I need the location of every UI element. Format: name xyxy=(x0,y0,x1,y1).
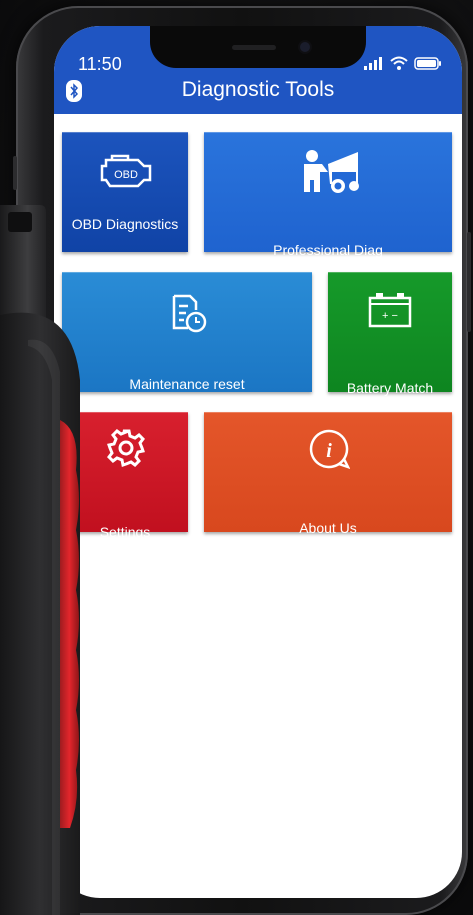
notch xyxy=(150,26,366,68)
phone-frame: 11:50 Diagnostic Tools OBD OBD Diagnosti… xyxy=(13,6,471,915)
mechanic-car-icon xyxy=(304,150,359,193)
battery-icon: + − xyxy=(368,293,412,328)
tile-label: OBD Diagnostics xyxy=(71,216,179,232)
app-screen: 11:50 Diagnostic Tools OBD OBD Diagnosti… xyxy=(54,26,462,898)
engine-icon-text: OBD xyxy=(114,169,138,181)
tile-settings[interactable]: Settings xyxy=(62,412,188,540)
tile-battery-match[interactable]: + − Battery Match xyxy=(328,272,452,396)
tile-maintenance-reset[interactable]: Maintenance reset xyxy=(62,272,312,392)
signal-icon xyxy=(364,57,382,70)
battery-icon-text: + − xyxy=(382,310,398,322)
front-camera xyxy=(300,42,310,52)
tile-obd-diagnostics[interactable]: OBD OBD Diagnostics xyxy=(62,132,188,252)
page-title: Diagnostic Tools xyxy=(181,78,335,101)
gear-icon xyxy=(107,429,145,467)
volume-down-button xyxy=(13,302,17,366)
status-time: 11:50 xyxy=(78,54,122,74)
engine-obd-icon: OBD xyxy=(100,154,152,188)
speaker xyxy=(232,45,276,50)
tile-label: Maintenance reset xyxy=(129,376,245,392)
status-icons xyxy=(364,56,442,70)
tile-about-us[interactable]: i About Us xyxy=(204,412,452,536)
tile-label: Battery Match xyxy=(346,380,434,396)
svg-text:i: i xyxy=(326,440,332,462)
volume-up-button xyxy=(13,222,17,286)
power-button xyxy=(467,232,471,332)
battery-status-icon xyxy=(414,57,441,70)
tile-label: About Us xyxy=(299,520,357,536)
wifi-icon xyxy=(390,56,408,70)
tile-label: Professional Diag xyxy=(273,242,383,258)
tile-label: Settings xyxy=(99,524,151,540)
tile-professional-diag[interactable]: Professional Diag xyxy=(204,132,452,258)
service-clock-icon xyxy=(172,294,207,333)
info-icon: i xyxy=(309,429,350,469)
mute-switch xyxy=(13,156,17,190)
